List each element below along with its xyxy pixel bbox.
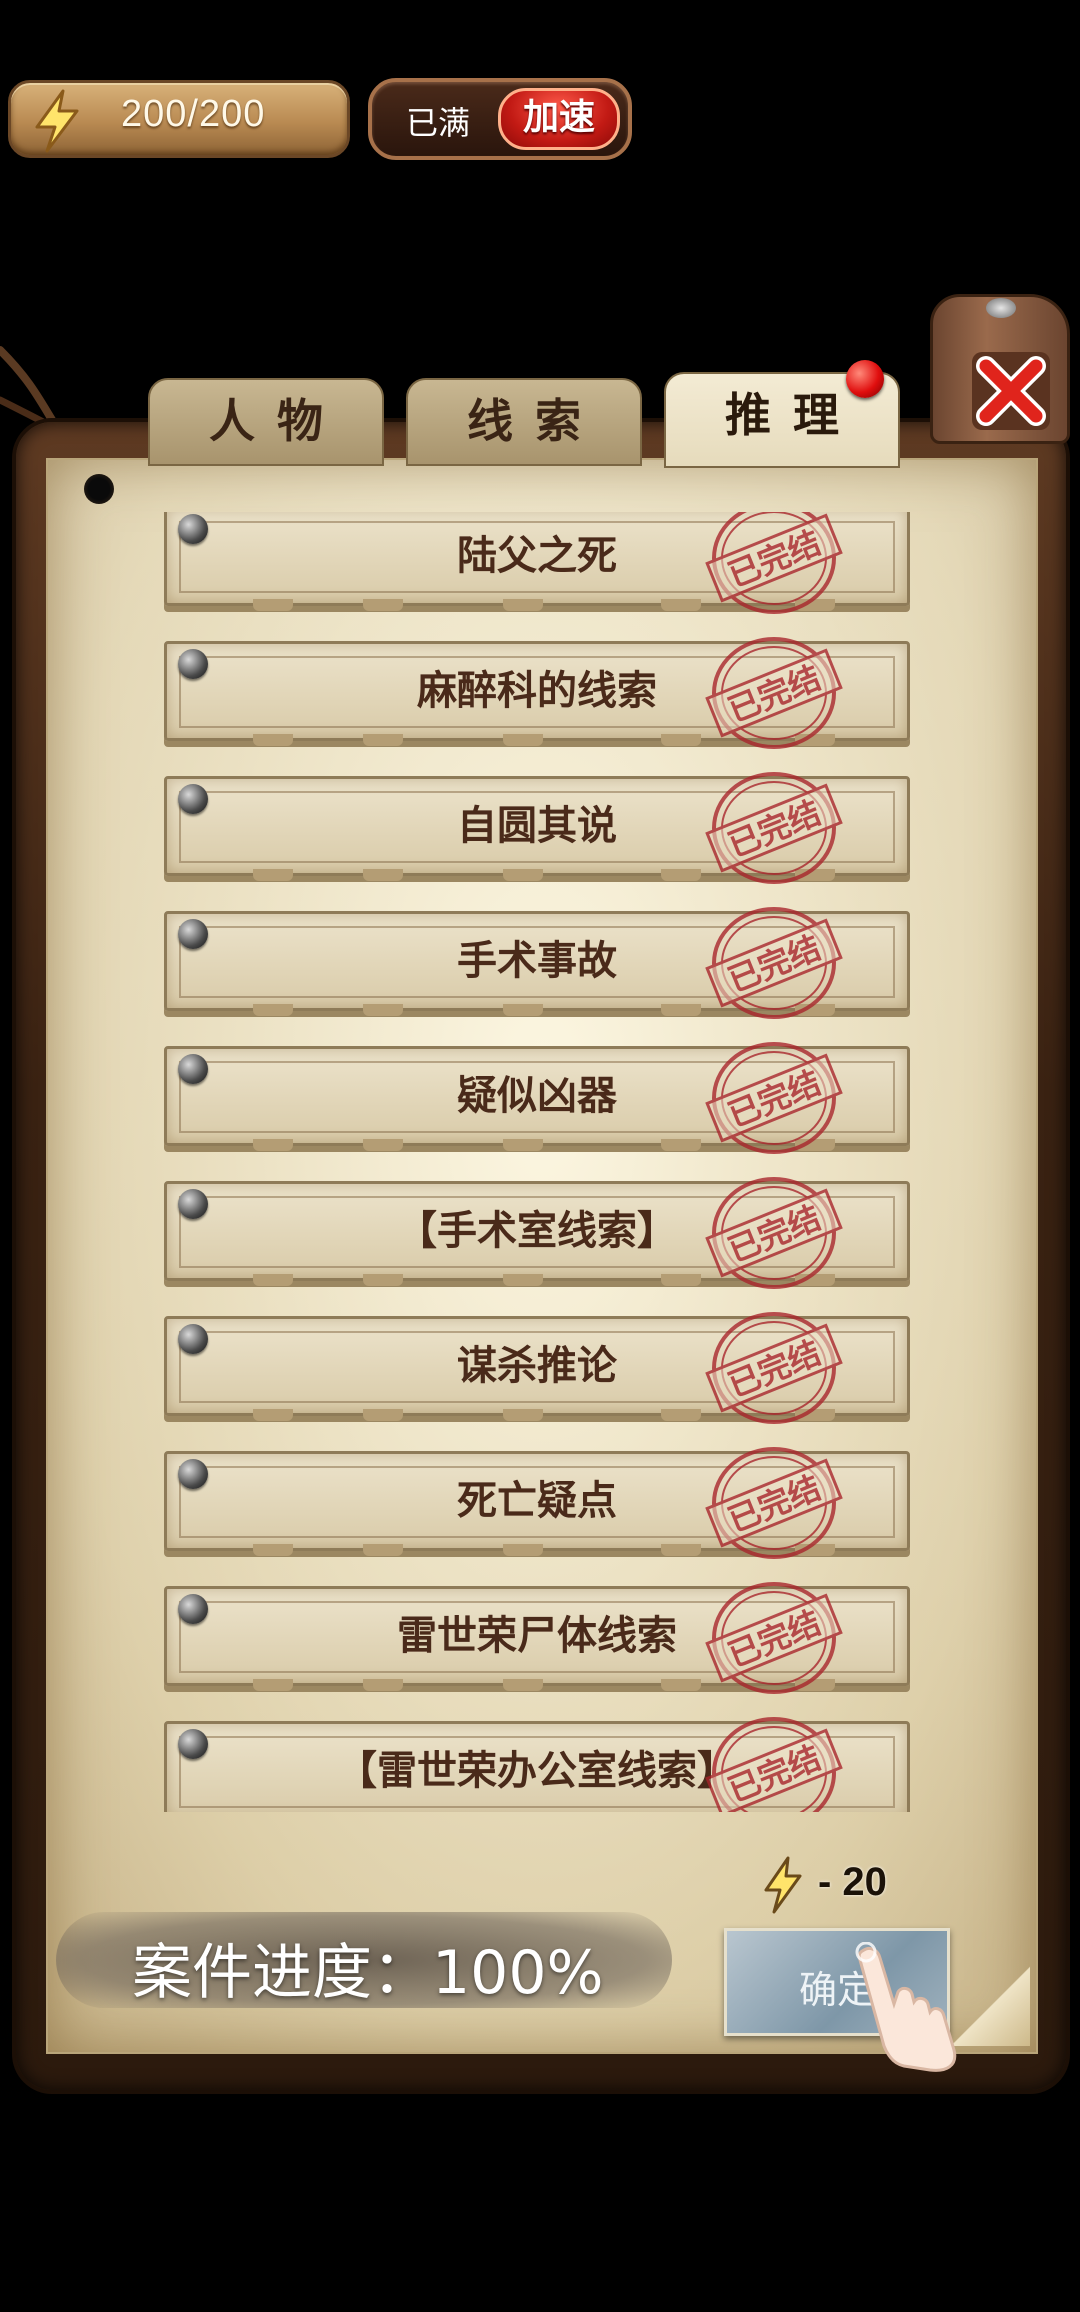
case-list[interactable]: 陆父之死 已完结麻醉科的线索 已完结 自圆其说 已完结 手术事故 已完结 疑似凶器 已完结 【手术… (160, 512, 922, 1812)
pin-hole (84, 474, 114, 504)
completed-stamp: 已完结 (705, 637, 843, 749)
tap-hand-icon (855, 1942, 957, 2072)
stamp-label: 已完结 (723, 928, 826, 999)
stamp-label: 已完结 (723, 1603, 826, 1674)
energy-value: 200/200 (121, 93, 266, 135)
stamp-label: 已完结 (723, 523, 826, 594)
stamp-label: 已完结 (723, 1468, 826, 1539)
refill-panel: 已满 加速 (368, 78, 632, 160)
completed-stamp: 已完结 (705, 512, 843, 614)
completed-stamp: 已完结 (705, 1042, 843, 1154)
case-item[interactable]: 谋杀推论 已完结 (164, 1312, 910, 1424)
case-item[interactable]: 自圆其说 已完结 (164, 772, 910, 884)
case-item[interactable]: 【雷世荣办公室线索】 已完结 (164, 1717, 910, 1812)
stamp-label: 已完结 (723, 1738, 826, 1809)
completed-stamp: 已完结 (705, 1312, 843, 1424)
speedup-button[interactable]: 加速 (498, 88, 620, 150)
case-item[interactable]: 【手术室线索】 已完结 (164, 1177, 910, 1289)
lightning-icon (764, 1856, 802, 1914)
completed-stamp: 已完结 (705, 1177, 843, 1289)
case-item[interactable]: 死亡疑点 已完结 (164, 1447, 910, 1559)
completed-stamp: 已完结 (705, 907, 843, 1019)
completed-stamp: 已完结 (705, 1582, 843, 1694)
tab-characters[interactable]: 人物 (148, 378, 384, 466)
case-progress: 案件进度：100% (132, 1938, 604, 2008)
case-item[interactable]: 疑似凶器 已完结 (164, 1042, 910, 1154)
completed-stamp: 已完结 (705, 1717, 843, 1812)
stamp-label: 已完结 (723, 793, 826, 864)
tab-clues[interactable]: 线索 (406, 378, 642, 466)
stamp-label: 已完结 (723, 1333, 826, 1404)
lightning-icon (35, 89, 79, 153)
stamp-label: 已完结 (723, 658, 826, 729)
stamp-label: 已完结 (723, 1063, 826, 1134)
refill-status: 已满 (406, 104, 471, 142)
energy-cost: - 20 (818, 1860, 887, 1904)
screw-icon (986, 298, 1016, 318)
energy-counter: 200/200 (8, 80, 350, 158)
case-item[interactable]: 雷世荣尸体线索 已完结 (164, 1582, 910, 1694)
case-item[interactable]: 手术事故 已完结 (164, 907, 910, 1019)
case-item[interactable]: 陆父之死 已完结 (164, 512, 910, 614)
close-icon[interactable] (968, 348, 1054, 434)
stamp-label: 已完结 (723, 1198, 826, 1269)
notification-dot (846, 360, 884, 398)
completed-stamp: 已完结 (705, 772, 843, 884)
completed-stamp: 已完结 (705, 1447, 843, 1559)
case-item[interactable]: 麻醉科的线索 已完结 (164, 637, 910, 749)
